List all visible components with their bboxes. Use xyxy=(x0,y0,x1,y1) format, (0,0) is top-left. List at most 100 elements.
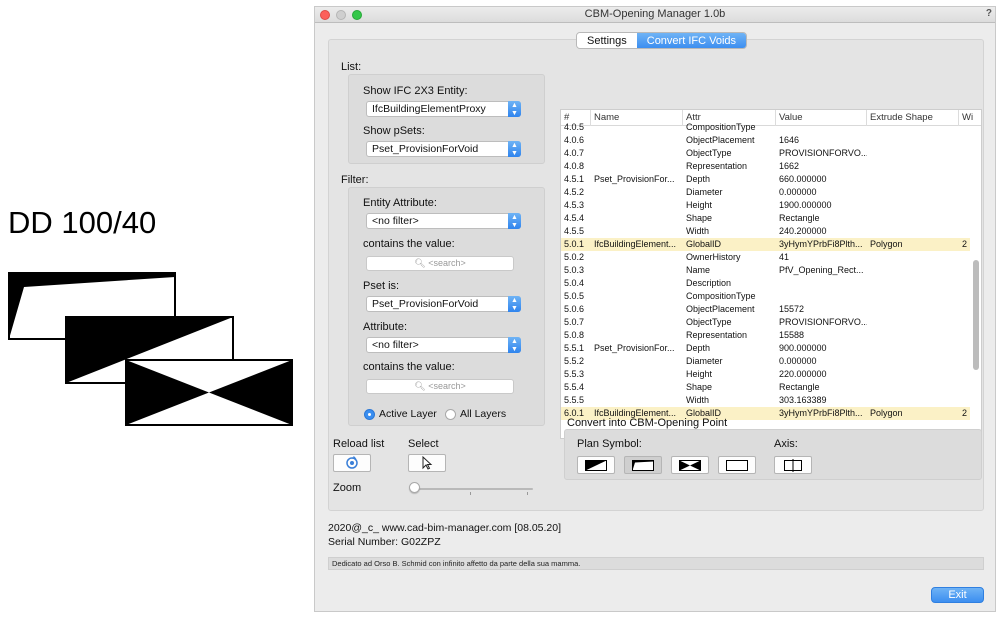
table-row[interactable]: 5.5.1 Pset_ProvisionFor... Depth 900.000000 xyxy=(561,342,970,355)
table-cell: 3yHymYPrbFi8Plth... xyxy=(779,408,863,418)
search-input-1[interactable]: 🔍︎ <search> xyxy=(366,256,514,271)
plan-symbol-partial-button[interactable] xyxy=(624,456,662,474)
table-cell: Representation xyxy=(686,161,748,171)
table-row[interactable]: 5.0.7 ObjectType PROVISIONFORVO... xyxy=(561,316,970,329)
plan-symbol-label: Plan Symbol: xyxy=(577,438,642,450)
table-cell: 5.0.6 xyxy=(564,304,585,314)
copyright-text: 2020@_c_ www.cad-bim-manager.com [08.05.… xyxy=(328,522,562,534)
table-cell: Name xyxy=(686,265,711,275)
table-cell: ObjectPlacement xyxy=(686,304,755,314)
table-cell: 220.000000 xyxy=(779,369,827,379)
table-row[interactable]: 5.5.3 Height 220.000000 xyxy=(561,368,970,381)
table-row[interactable]: 4.0.5 CompositionType xyxy=(561,121,970,134)
pset-label: Pset is: xyxy=(363,280,400,292)
table-body[interactable]: 4.0.5 CompositionType 4.0.6 ObjectPlacement… xyxy=(561,121,970,421)
table-cell: Description xyxy=(686,278,732,288)
table-cell: 0.000000 xyxy=(779,187,817,197)
contains-label: contains the value: xyxy=(363,238,455,250)
contains-label-2: contains the value: xyxy=(363,361,455,373)
symbol-diagonal-icon xyxy=(585,459,607,471)
table-cell: 2 xyxy=(962,408,968,418)
tab-settings[interactable]: Settings xyxy=(577,33,637,48)
title-bar: CBM-Opening Manager 1.0b ? xyxy=(315,7,995,23)
table-row[interactable]: 4.5.3 Height 1900.000000 xyxy=(561,199,970,212)
plan-symbol-bowtie-button[interactable] xyxy=(671,456,709,474)
table-cell: 4.5.2 xyxy=(564,187,585,197)
table-cell: CompositionType xyxy=(686,122,756,132)
table-cell: Rectangle xyxy=(779,382,820,392)
psets-select[interactable]: Pset_ProvisionForVoid ▲ ▼ xyxy=(366,141,521,157)
table-cell: 660.000000 xyxy=(779,174,827,184)
tab-convert-ifc-voids[interactable]: Convert IFC Voids xyxy=(636,33,747,48)
table-row[interactable]: 5.5.5 Width 303.163389 xyxy=(561,394,970,407)
table-row[interactable]: 4.0.7 ObjectType PROVISIONFORVO... xyxy=(561,147,970,160)
table-cell: 1646 xyxy=(779,135,800,145)
radio-all-layers[interactable]: All Layers xyxy=(445,408,506,420)
table-cell: 5.0.8 xyxy=(564,330,585,340)
table-cell: PROVISIONFORVO... xyxy=(779,317,867,327)
table-cell: 41 xyxy=(779,252,790,262)
help-icon[interactable]: ? xyxy=(986,8,992,19)
table-row[interactable]: 5.0.5 CompositionType xyxy=(561,290,970,303)
attributes-table[interactable]: # Name Attr Value Extrude Shape Wi 4.0.5 Compo… xyxy=(560,109,982,439)
table-cell: 5.5.2 xyxy=(564,356,585,366)
attribute-select[interactable]: <no filter> ▲ ▼ xyxy=(366,337,521,353)
table-row[interactable]: 5.5.4 Shape Rectangle xyxy=(561,381,970,394)
plan-symbol-empty-button[interactable] xyxy=(718,456,756,474)
pset-select[interactable]: Pset_ProvisionForVoid ▲ ▼ xyxy=(366,296,521,312)
table-cell: 4.0.8 xyxy=(564,161,585,171)
table-row[interactable]: 5.5.2 Diameter 0.000000 xyxy=(561,355,970,368)
table-cell: 4.5.5 xyxy=(564,226,585,236)
table-row[interactable]: 5.0.6 ObjectPlacement 15572 xyxy=(561,303,970,316)
app-window: CBM-Opening Manager 1.0b ? List: Show IF… xyxy=(314,6,996,612)
table-row[interactable]: 4.5.2 Diameter 0.000000 xyxy=(561,186,970,199)
radio-off-icon xyxy=(445,408,456,420)
chevron-updown-icon: ▲ ▼ xyxy=(508,337,521,353)
axis-button[interactable] xyxy=(774,456,812,474)
table-cell: 5.0.2 xyxy=(564,252,585,262)
zoom-tick xyxy=(470,492,471,495)
search-icon: 🔍︎ xyxy=(414,258,426,268)
table-row[interactable]: 4.5.4 Shape Rectangle xyxy=(561,212,970,225)
zoom-slider-knob[interactable] xyxy=(409,482,421,493)
cursor-arrow-icon xyxy=(422,456,433,470)
table-cell: Shape xyxy=(686,213,713,223)
search-input-2[interactable]: 🔍︎ <search> xyxy=(366,379,514,394)
table-row[interactable]: 5.0.4 Description xyxy=(561,277,970,290)
table-cell: Width xyxy=(686,395,710,405)
table-cell: 5.5.5 xyxy=(564,395,585,405)
table-row[interactable]: 5.0.2 OwnerHistory 41 xyxy=(561,251,970,264)
entity-select[interactable]: IfcBuildingElementProxy ▲ ▼ xyxy=(366,101,521,117)
reload-label: Reload list xyxy=(333,438,385,450)
radio-active-layer[interactable]: Active Layer xyxy=(364,408,437,420)
select-button[interactable] xyxy=(408,454,446,472)
chevron-updown-icon: ▲ ▼ xyxy=(508,101,521,117)
vertical-scrollbar[interactable] xyxy=(973,260,979,370)
table-cell: Diameter xyxy=(686,356,723,366)
table-row[interactable]: 4.5.1 Pset_ProvisionFor... Depth 660.000000 xyxy=(561,173,970,186)
table-cell: Polygon xyxy=(870,408,903,418)
convert-group: Plan Symbol: Axis: xyxy=(564,429,982,480)
table-row[interactable]: 4.5.5 Width 240.200000 xyxy=(561,225,970,238)
table-row[interactable]: 4.0.8 Representation 1662 xyxy=(561,160,970,173)
table-row[interactable]: 5.0.8 Representation 15588 xyxy=(561,329,970,342)
table-cell: ObjectType xyxy=(686,317,732,327)
zoom-tick xyxy=(527,492,528,495)
table-row[interactable]: 5.0.3 Name PfV_Opening_Rect... xyxy=(561,264,970,277)
table-cell: 2 xyxy=(962,239,968,249)
exit-button[interactable]: Exit xyxy=(931,587,984,603)
table-cell: Pset_ProvisionFor... xyxy=(594,343,675,353)
radio-on-icon xyxy=(364,408,375,420)
table-row[interactable]: 4.0.6 ObjectPlacement 1646 xyxy=(561,134,970,147)
plan-symbol-diagonal-button[interactable] xyxy=(577,456,615,474)
table-cell: 4.0.7 xyxy=(564,148,585,158)
chevron-updown-icon: ▲ ▼ xyxy=(508,296,521,312)
table-cell: 5.5.1 xyxy=(564,343,585,353)
table-row[interactable]: 5.0.1 IfcBuildingElement... GlobalID 3yHymY… xyxy=(561,238,970,251)
entity-attr-select[interactable]: <no filter> ▲ ▼ xyxy=(366,213,521,229)
table-cell: Height xyxy=(686,200,713,210)
table-cell: 4.0.5 xyxy=(564,122,585,132)
table-cell: 4.5.3 xyxy=(564,200,585,210)
zoom-slider-track[interactable] xyxy=(412,488,533,490)
reload-list-button[interactable] xyxy=(333,454,371,472)
